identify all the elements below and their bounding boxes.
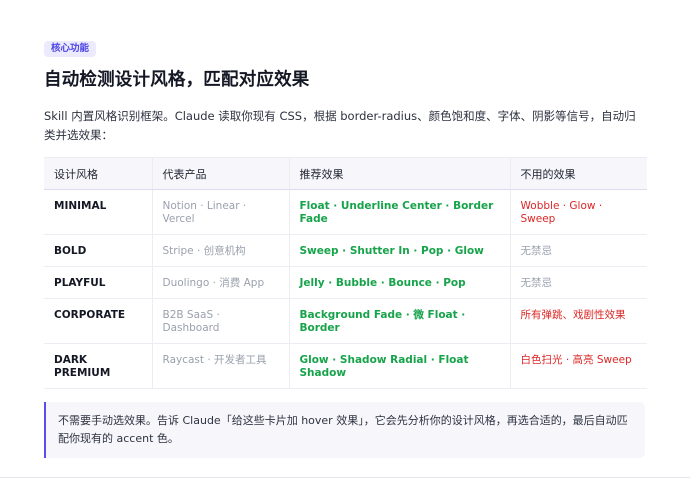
recommended-cell: Jelly · Bubble · Bounce · Pop [288, 266, 510, 299]
recommended-cell: Float · Underline Center · Border Fade [288, 189, 510, 235]
table-row: BOLD Stripe · 创意机构 Sweep · Shutter In · … [44, 234, 647, 267]
section-title: 自动检测设计风格，匹配对应效果 [44, 70, 310, 90]
header-style: 设计风格 [44, 157, 152, 190]
products-cell: Duolingo · 消费 App [151, 266, 289, 299]
style-effect-table: 设计风格 代表产品 推荐效果 不用的效果 MINIMAL Notion · Li… [44, 157, 647, 389]
section-tag: 核心功能 [44, 41, 97, 57]
unused-cell: Wobble · Glow · Sweep [509, 189, 647, 235]
header-products: 代表产品 [151, 157, 289, 190]
style-cell: PLAYFUL [44, 266, 152, 299]
style-cell: BOLD [44, 234, 152, 267]
recommended-cell: Sweep · Shutter In · Pop · Glow [288, 234, 510, 267]
divider [0, 477, 690, 478]
table-row: DARK PREMIUM Raycast · 开发者工具 Glow · Shad… [44, 343, 647, 389]
recommended-cell: Glow · Shadow Radial · Float Shadow [288, 343, 510, 389]
unused-cell: 所有弹跳、戏剧性效果 [509, 298, 647, 344]
header-unused: 不用的效果 [509, 157, 647, 190]
content-section: 核心功能 自动检测设计风格，匹配对应效果 Skill 内置风格识别框架。Clau… [44, 36, 647, 458]
table-row: CORPORATE B2B SaaS · Dashboard Backgroun… [44, 298, 647, 344]
table-row: PLAYFUL Duolingo · 消费 App Jelly · Bubble… [44, 266, 647, 299]
table-row: MINIMAL Notion · Linear · Vercel Float ·… [44, 189, 647, 235]
unused-cell: 无禁忌 [509, 234, 647, 267]
style-cell: DARK PREMIUM [44, 343, 152, 389]
intro-paragraph: Skill 内置风格识别框架。Claude 读取你现有 CSS，根据 borde… [44, 109, 636, 142]
header-recommended: 推荐效果 [288, 157, 510, 190]
products-cell: Raycast · 开发者工具 [151, 343, 289, 389]
products-cell: B2B SaaS · Dashboard [151, 298, 289, 344]
table-header-row: 设计风格 代表产品 推荐效果 不用的效果 [44, 157, 647, 190]
callout-note: 不需要手动选效果。告诉 Claude「给这些卡片加 hover 效果」，它会先分… [44, 402, 645, 458]
products-cell: Stripe · 创意机构 [151, 234, 289, 267]
unused-cell: 无禁忌 [509, 266, 647, 299]
products-cell: Notion · Linear · Vercel [151, 189, 289, 235]
style-cell: MINIMAL [44, 189, 152, 235]
style-cell: CORPORATE [44, 298, 152, 344]
recommended-cell: Background Fade · 微 Float · Border [288, 298, 510, 344]
unused-cell: 白色扫光 · 高亮 Sweep [509, 343, 647, 389]
